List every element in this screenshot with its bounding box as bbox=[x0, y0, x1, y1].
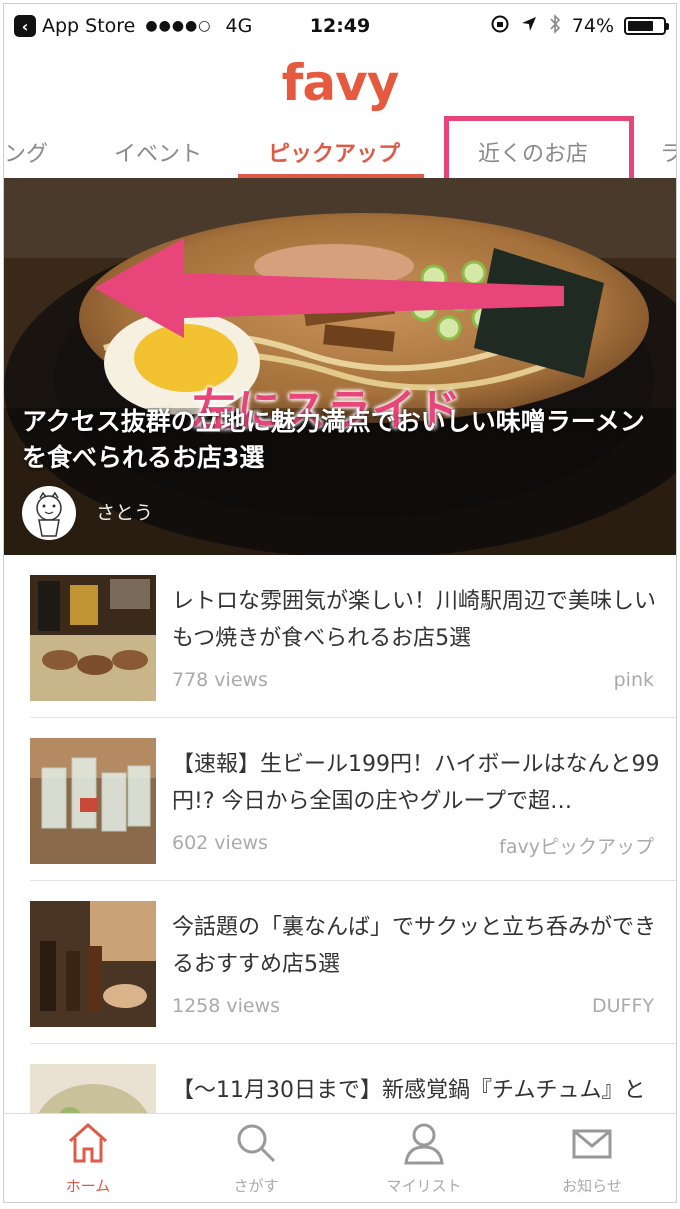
rotation-lock-icon bbox=[490, 14, 510, 39]
hero-title[interactable]: アクセス抜群の立地に魅力満点でおいしい味噌ラーメンを食べられるお店3選 bbox=[22, 404, 662, 476]
search-icon bbox=[237, 1124, 276, 1163]
nav-notifications-label: お知らせ bbox=[562, 1177, 622, 1195]
article-author[interactable]: DUFFY bbox=[592, 995, 654, 1017]
article-thumbnail[interactable] bbox=[30, 575, 156, 701]
location-icon bbox=[520, 15, 538, 38]
avatar[interactable] bbox=[22, 486, 76, 540]
favy-logo[interactable]: favy bbox=[4, 54, 676, 112]
hero-article[interactable]: 左にスライド アクセス抜群の立地に魅力満点でおいしい味噌ラーメンを食べられるお店… bbox=[4, 178, 676, 555]
nav-home-label: ホーム bbox=[65, 1177, 111, 1195]
article-thumbnail[interactable] bbox=[30, 901, 156, 1027]
view-count: 778 views bbox=[172, 669, 268, 691]
article-author[interactable]: favyピックアップ bbox=[499, 832, 654, 859]
list-item[interactable]: 今話題の「裏なんば」でサクッと立ち呑みができるおすすめ店5選 1258 view… bbox=[30, 881, 676, 1044]
back-app-label[interactable]: App Store bbox=[42, 15, 135, 37]
article-list: レトロな雰囲気が楽しい！川崎駅周辺で美味しいもつ焼きが食べられるお店5選 778… bbox=[4, 555, 676, 1202]
battery-fill bbox=[628, 21, 654, 31]
home-icon bbox=[69, 1122, 107, 1163]
mail-icon bbox=[572, 1129, 612, 1159]
article-title[interactable]: 【速報】生ビール199円！ハイボールはなんと99円!? 今日から全国の庄やグルー… bbox=[172, 746, 662, 820]
back-icon[interactable]: ‹ bbox=[14, 15, 36, 37]
article-author[interactable]: pink bbox=[614, 669, 654, 691]
nav-search[interactable]: さがす bbox=[172, 1114, 340, 1202]
view-count: 602 views bbox=[172, 832, 268, 854]
network-type: 4G bbox=[225, 15, 253, 37]
person-icon bbox=[404, 1123, 444, 1165]
battery-icon bbox=[624, 17, 669, 35]
nav-home[interactable]: ホーム bbox=[4, 1114, 172, 1202]
nav-search-label: さがす bbox=[233, 1177, 279, 1195]
status-bar: ‹ App Store ●●●●○ 4G 12:49 74% bbox=[4, 4, 676, 48]
view-count: 1258 views bbox=[172, 995, 281, 1017]
tab-ranking[interactable]: ング bbox=[4, 136, 48, 168]
tab-event[interactable]: イベント bbox=[114, 136, 202, 168]
signal-strength: ●●●●○ bbox=[145, 18, 212, 34]
clock: 12:49 bbox=[309, 15, 371, 37]
tab-pickup[interactable]: ピックアップ bbox=[268, 136, 400, 168]
hero-author[interactable]: さとう bbox=[96, 498, 153, 525]
tab-next[interactable]: ラ bbox=[660, 136, 676, 168]
article-title[interactable]: レトロな雰囲気が楽しい！川崎駅周辺で美味しいもつ焼きが食べられるお店5選 bbox=[172, 583, 662, 657]
nav-notifications[interactable]: お知らせ bbox=[508, 1114, 676, 1202]
nav-mylist[interactable]: マイリスト bbox=[340, 1114, 508, 1202]
list-item[interactable]: レトロな雰囲気が楽しい！川崎駅周辺で美味しいもつ焼きが食べられるお店5選 778… bbox=[30, 555, 676, 718]
list-item[interactable]: 【速報】生ビール199円！ハイボールはなんと99円!? 今日から全国の庄やグルー… bbox=[30, 718, 676, 881]
app-screen: ‹ App Store ●●●●○ 4G 12:49 74% favy ング イ… bbox=[3, 3, 677, 1203]
nav-mylist-label: マイリスト bbox=[386, 1177, 462, 1195]
battery-percent: 74% bbox=[571, 15, 614, 37]
bottom-nav: ホーム さがす マイリスト お知らせ bbox=[4, 1113, 676, 1202]
article-thumbnail[interactable] bbox=[30, 738, 156, 864]
bluetooth-icon bbox=[548, 13, 562, 39]
article-title[interactable]: 今話題の「裏なんば」でサクッと立ち呑みができるおすすめ店5選 bbox=[172, 909, 662, 983]
